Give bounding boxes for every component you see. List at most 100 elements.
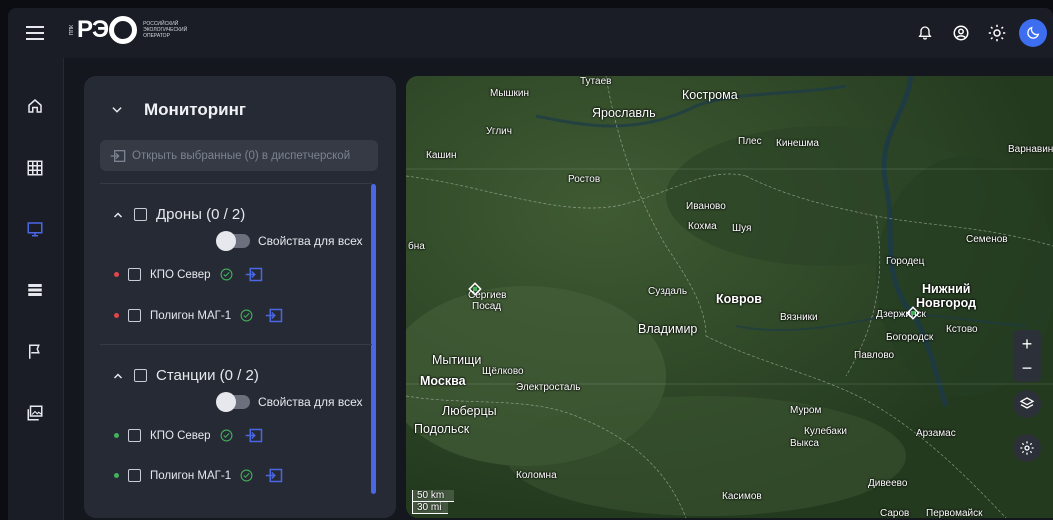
open-in-icon[interactable] <box>265 308 283 323</box>
map-label: Богородск <box>886 332 934 343</box>
settings-button[interactable] <box>1013 434 1041 462</box>
map-label: Кинешма <box>776 138 819 149</box>
toggle-label: Свойства для всех <box>258 234 363 248</box>
zoom-in-button[interactable]: + <box>1022 332 1033 356</box>
map-label: Суздаль <box>648 286 688 297</box>
sun-icon[interactable] <box>983 19 1011 47</box>
map-label: Касимов <box>722 491 762 502</box>
chevron-up-icon[interactable] <box>112 370 124 382</box>
chevron-up-icon[interactable] <box>112 209 124 221</box>
monitor-icon[interactable] <box>22 216 48 242</box>
list-item: КПО Север <box>114 267 263 282</box>
menu-icon[interactable] <box>26 22 44 44</box>
flag-icon[interactable] <box>22 339 48 365</box>
drone-marker-icon[interactable] <box>468 282 482 296</box>
bell-icon[interactable] <box>911 19 939 47</box>
map-label: Кстово <box>946 324 978 335</box>
group-stations-header[interactable]: Станции (0 / 2) <box>112 367 259 384</box>
group-checkbox[interactable] <box>134 369 147 382</box>
map-label: Нижний <box>922 282 971 296</box>
map-label: Саров <box>880 508 910 518</box>
map-view[interactable]: Тутаев Мышкин Кострома Ярославль Углич К… <box>406 76 1053 518</box>
map-label: Кохма <box>688 221 717 232</box>
map-label: Павлово <box>854 350 895 361</box>
top-icons <box>911 19 1047 47</box>
account-icon[interactable] <box>947 19 975 47</box>
properties-all-toggle-row: Свойства для всех <box>216 392 363 412</box>
gallery-icon[interactable] <box>22 400 48 426</box>
status-dot <box>114 313 119 318</box>
list-item: КПО Север <box>114 428 263 443</box>
item-checkbox[interactable] <box>128 429 141 442</box>
map-label: Первомайск <box>926 508 983 518</box>
open-in-dispatcher-button[interactable]: Открыть выбранные (0) в диспетчерской <box>100 140 378 171</box>
map-label: Коломна <box>516 470 557 481</box>
logo-ring <box>109 16 138 44</box>
properties-all-toggle-row: Свойства для всех <box>216 231 363 251</box>
panel-header: Мониторинг <box>110 100 246 120</box>
map-label: Кострома <box>682 88 738 102</box>
map-label: Мытищи <box>432 353 482 367</box>
panel-title: Мониторинг <box>144 100 246 119</box>
map-label: Иваново <box>686 201 726 212</box>
item-label: Полигон МАГ-1 <box>150 469 232 482</box>
zoom-out-button[interactable]: − <box>1022 356 1033 380</box>
moon-icon[interactable] <box>1019 19 1047 47</box>
map-label: Муром <box>790 405 822 416</box>
open-in-icon <box>110 149 126 162</box>
map-label: Новгород <box>916 296 977 310</box>
group-drones-header[interactable]: Дроны (0 / 2) <box>112 206 245 223</box>
layers-icon <box>1019 397 1035 409</box>
top-bar: ППК РЭ РОССИЙСКИЙ ЭКОЛОГИЧЕСКИЙ ОПЕРАТОР <box>8 8 1053 58</box>
map-label: Электросталь <box>516 382 581 393</box>
map-label: Варнавин <box>1008 144 1053 155</box>
divider <box>100 344 372 345</box>
open-in-dispatcher-label: Открыть выбранные (0) в диспетчерской <box>132 149 351 162</box>
logo-subtitle: РОССИЙСКИЙ ЭКОЛОГИЧЕСКИЙ ОПЕРАТОР <box>143 21 187 39</box>
open-in-icon[interactable] <box>245 267 263 282</box>
map-label: Мышкин <box>490 88 530 99</box>
status-dot <box>114 272 119 277</box>
map-label: Ярославль <box>592 106 656 120</box>
properties-all-toggle[interactable] <box>216 392 250 412</box>
item-label: КПО Север <box>150 268 211 281</box>
map-label: Москва <box>420 374 466 388</box>
map-label: Вязники <box>780 312 818 323</box>
status-dot <box>114 433 119 438</box>
map-label: Люберцы <box>442 404 497 418</box>
logo-word: РЭ <box>77 16 109 43</box>
properties-all-toggle[interactable] <box>216 231 250 251</box>
scale-mi: 30 mi <box>412 502 448 514</box>
scrollbar[interactable] <box>371 184 376 494</box>
map-label: Выкса <box>790 438 819 449</box>
side-nav <box>8 58 64 520</box>
item-label: КПО Север <box>150 429 211 442</box>
item-checkbox[interactable] <box>128 469 141 482</box>
list-icon[interactable] <box>22 277 48 303</box>
map-label: Кулебаки <box>804 426 847 437</box>
zoom-controls: + − <box>1013 330 1041 382</box>
map-label: Тутаев <box>580 76 612 87</box>
map-label: Семенов <box>966 234 1008 245</box>
open-in-icon[interactable] <box>265 468 283 483</box>
open-in-icon[interactable] <box>245 428 263 443</box>
station-marker-icon[interactable] <box>906 306 920 320</box>
home-icon[interactable] <box>22 93 48 119</box>
item-checkbox[interactable] <box>128 309 141 322</box>
layers-button[interactable] <box>1013 390 1041 418</box>
map-label: Шуя <box>732 223 752 234</box>
item-checkbox[interactable] <box>128 268 141 281</box>
check-circle-icon <box>220 268 233 281</box>
map-label: Арзамас <box>916 428 956 439</box>
map-label: Дивеево <box>868 478 908 489</box>
group-checkbox[interactable] <box>134 208 147 221</box>
grid-icon[interactable] <box>22 155 48 181</box>
chevron-down-icon[interactable] <box>110 103 124 117</box>
logo: ППК РЭ РОССИЙСКИЙ ЭКОЛОГИЧЕСКИЙ ОПЕРАТОР <box>69 16 187 44</box>
monitoring-panel: Мониторинг Открыть выбранные (0) в диспе… <box>84 76 396 518</box>
check-circle-icon <box>240 309 253 322</box>
status-dot <box>114 473 119 478</box>
divider <box>100 183 372 184</box>
map-label: Городец <box>886 256 925 267</box>
map-scale: 50 km 30 mi <box>412 490 454 514</box>
